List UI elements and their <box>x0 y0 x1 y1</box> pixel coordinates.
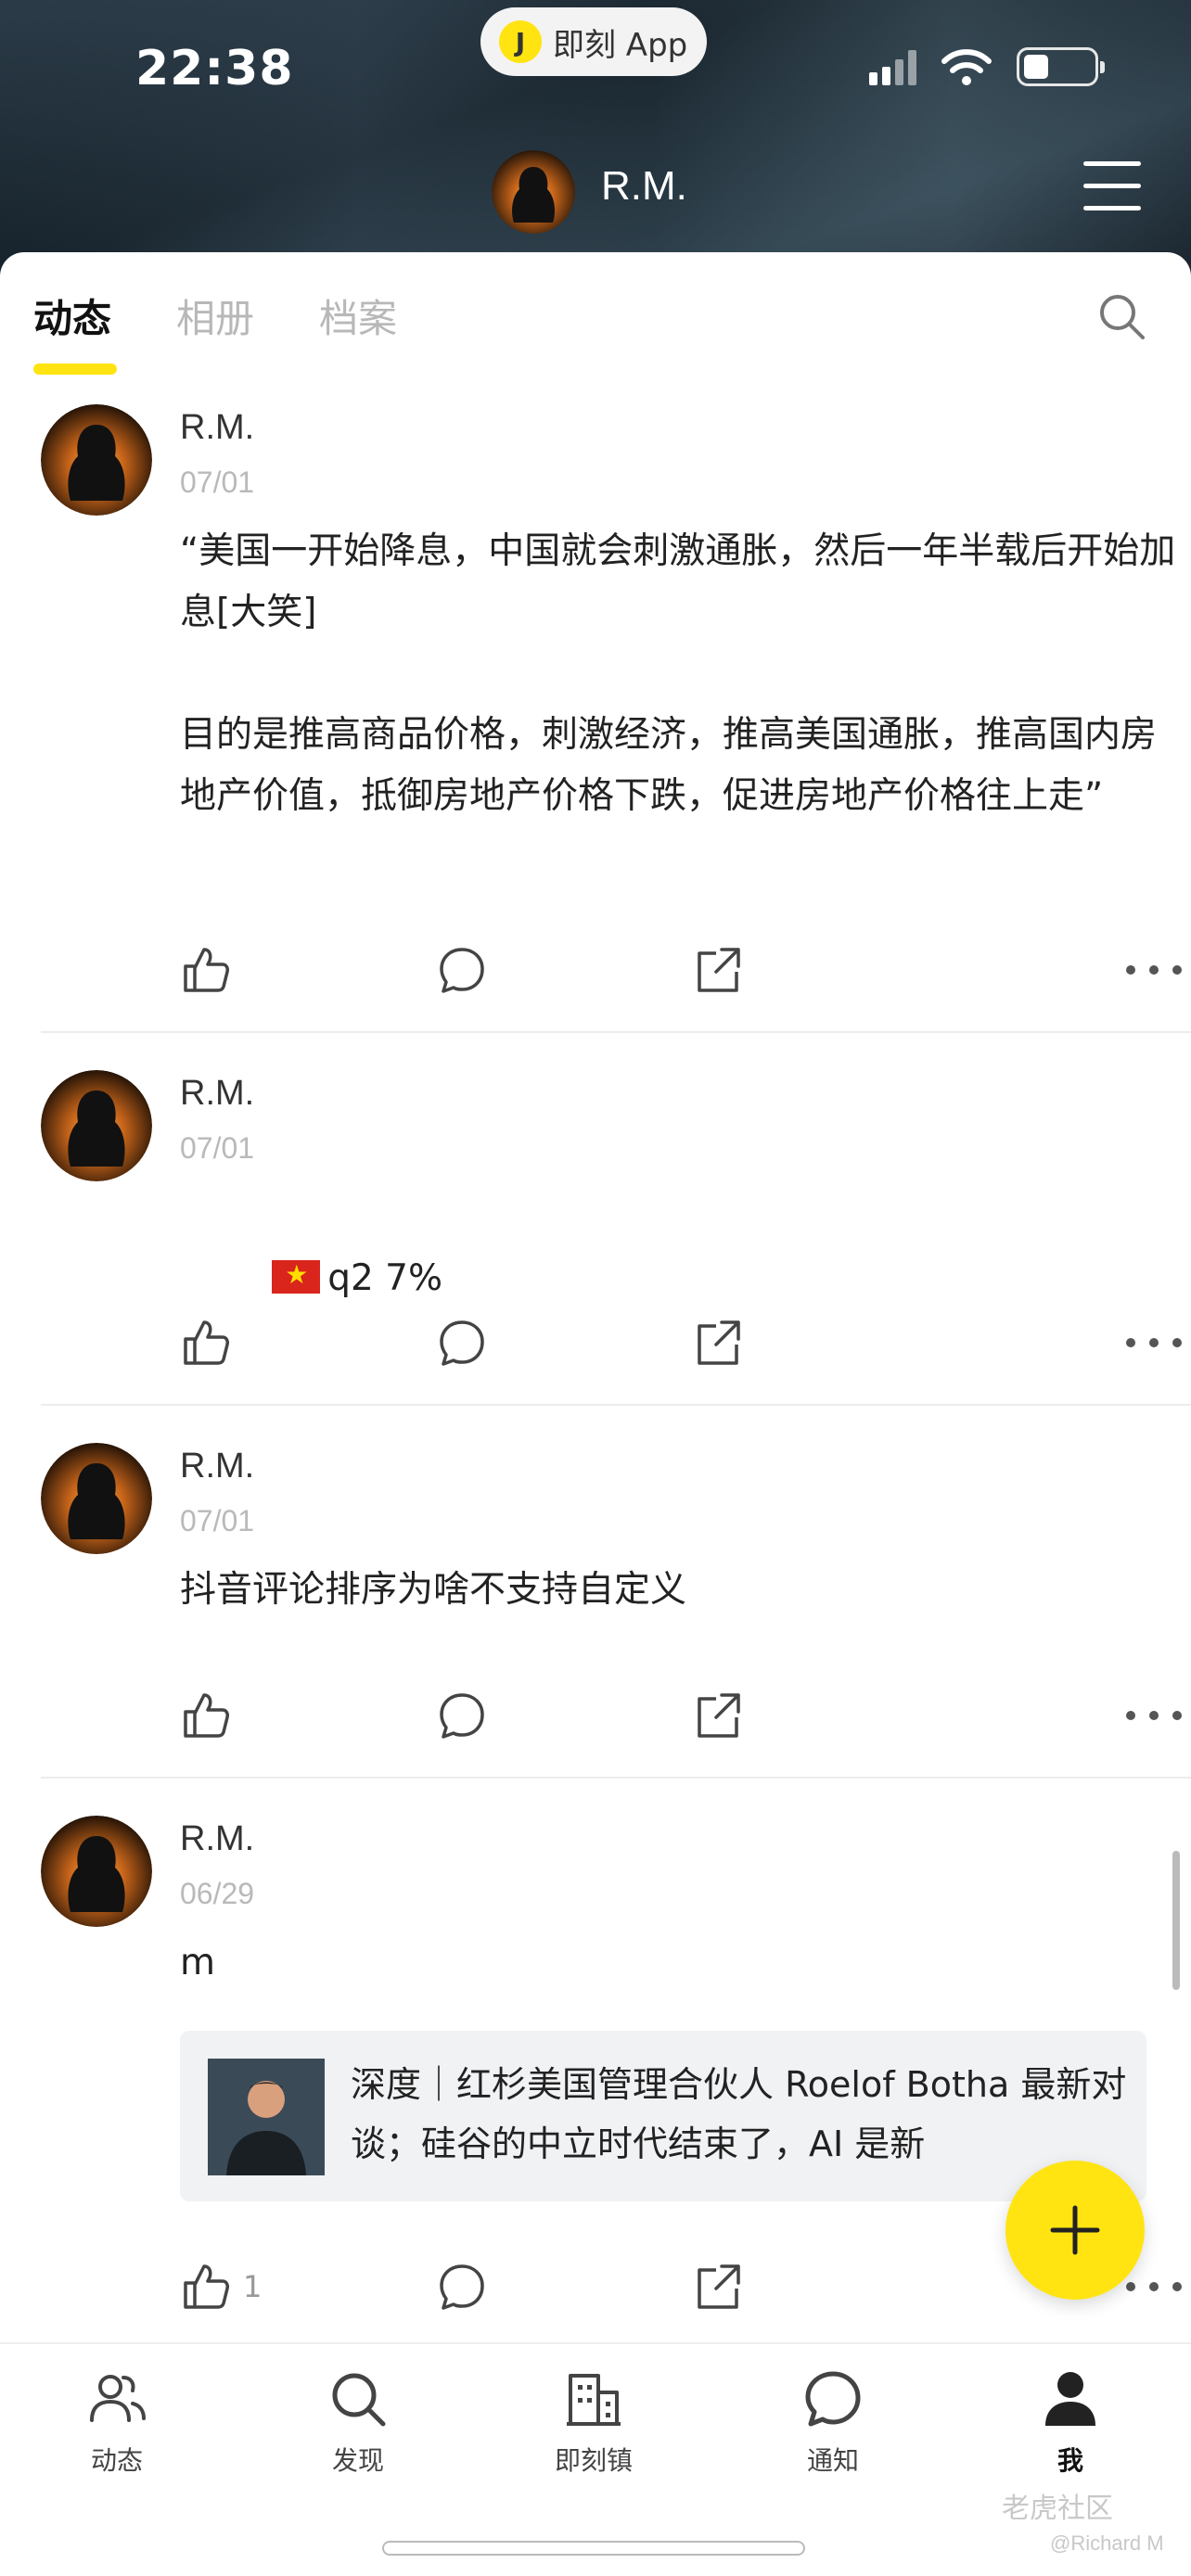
building-icon <box>567 2374 621 2426</box>
comment-button[interactable] <box>436 1688 488 1743</box>
post-text: m <box>180 1942 215 1983</box>
chat-bubble-icon <box>805 2371 861 2427</box>
nav-me[interactable]: 我 <box>996 2368 1145 2478</box>
like-button[interactable] <box>180 1315 232 1371</box>
post-author[interactable]: R.M. <box>180 408 254 448</box>
post-text: q2 7% <box>327 1257 443 1299</box>
thumbs-up-icon <box>184 2264 229 2309</box>
share-icon <box>698 1693 740 1738</box>
tab-album[interactable]: 相册 <box>176 287 254 344</box>
post-actions <box>180 1688 1182 1743</box>
active-tab-indicator <box>33 363 117 375</box>
post-actions <box>180 942 1182 998</box>
like-button[interactable]: 1 <box>180 2259 262 2315</box>
comment-bubble-icon <box>440 1693 484 1739</box>
comment-button[interactable] <box>436 2259 488 2315</box>
person-icon <box>1045 2372 1095 2426</box>
more-options-icon[interactable] <box>1126 1315 1182 1371</box>
profile-name: R.M. <box>601 163 687 209</box>
status-indicators <box>869 46 1105 87</box>
like-count: 1 <box>243 2269 263 2304</box>
more-options-icon[interactable] <box>1126 2259 1182 2315</box>
search-icon <box>332 2373 386 2427</box>
app-pill-label: 即刻 App <box>553 26 688 64</box>
like-button[interactable] <box>180 1688 232 1743</box>
nav-town[interactable]: 即刻镇 <box>519 2368 668 2478</box>
post-date: 07/01 <box>180 1131 255 1165</box>
profile-avatar[interactable] <box>492 150 575 234</box>
shared-article-card[interactable]: 深度｜红杉美国管理合伙人 Roelof Botha 最新对谈；硅谷的中立时代结束… <box>180 2031 1146 2201</box>
wifi-icon <box>941 49 992 85</box>
share-button[interactable] <box>692 2259 744 2315</box>
new-post-button[interactable] <box>1005 2161 1145 2300</box>
watermark-handle: @Richard M <box>1050 2531 1164 2555</box>
post-text: 抖音评论排序为啥不支持自定义 <box>180 1569 687 1611</box>
post-author[interactable]: R.M. <box>180 1074 254 1114</box>
author-avatar[interactable] <box>41 1443 152 1554</box>
share-icon <box>698 1320 740 1365</box>
article-thumbnail <box>208 2059 325 2175</box>
share-icon <box>698 948 740 992</box>
article-title: 深度｜红杉美国管理合伙人 Roelof Botha 最新对谈；硅谷的中立时代结束… <box>351 2064 1127 2164</box>
back-to-app-pill[interactable]: J 即刻 App <box>480 7 707 76</box>
comment-bubble-icon <box>440 1320 484 1366</box>
nav-label: 动态 <box>90 2445 143 2476</box>
thumbs-up-icon <box>184 1693 229 1738</box>
post-text: “美国一开始降息，中国就会刺激通胀，然后一年半载后开始加息[大笑] 目的是推高商… <box>180 530 1176 817</box>
status-time: 22:38 <box>135 41 294 96</box>
post-actions <box>180 1315 1182 1371</box>
more-options-icon[interactable] <box>1126 1688 1182 1743</box>
more-options-icon[interactable] <box>1126 942 1182 998</box>
share-icon <box>698 2264 740 2309</box>
nav-notifications[interactable]: 通知 <box>759 2368 907 2478</box>
battery-icon <box>1017 47 1105 86</box>
comment-button[interactable] <box>436 1315 488 1371</box>
cellular-signal-icon <box>869 48 916 85</box>
home-indicator[interactable] <box>382 2541 805 2556</box>
post-item: R.M. 07/01 抖音评论排序为啥不支持自定义 <box>41 1406 1191 1779</box>
nav-label: 通知 <box>806 2445 859 2476</box>
nav-label: 即刻镇 <box>554 2445 633 2476</box>
post-feed: R.M. 07/01 “美国一开始降息，中国就会刺激通胀，然后一年半载后开始加息… <box>0 389 1191 2353</box>
thumbs-up-icon <box>184 948 229 992</box>
author-avatar[interactable] <box>41 1816 152 1927</box>
tab-posts[interactable]: 动态 <box>33 287 111 344</box>
share-button[interactable] <box>692 942 744 998</box>
nav-label: 发现 <box>331 2445 384 2476</box>
users-icon <box>90 2375 146 2422</box>
search-icon[interactable] <box>1096 291 1146 341</box>
vietnam-flag-icon <box>272 1258 321 1294</box>
share-button[interactable] <box>692 1315 744 1371</box>
author-avatar[interactable] <box>41 1070 152 1181</box>
tab-profile-info[interactable]: 档案 <box>319 287 397 344</box>
scrollbar[interactable] <box>1172 1851 1180 1990</box>
share-button[interactable] <box>692 1688 744 1743</box>
jike-logo-icon: J <box>499 20 542 63</box>
comment-bubble-icon <box>440 2264 484 2310</box>
post-author[interactable]: R.M. <box>180 1819 254 1859</box>
post-author[interactable]: R.M. <box>180 1447 254 1486</box>
nav-label: 我 <box>1057 2445 1083 2476</box>
comment-bubble-icon <box>440 948 484 993</box>
post-item: R.M. 07/01 q2 7% <box>41 1033 1191 1406</box>
profile-tabs: 动态 相册 档案 <box>33 287 397 344</box>
post-date: 06/29 <box>180 1877 255 1910</box>
author-avatar[interactable] <box>41 404 152 516</box>
menu-icon[interactable] <box>1083 161 1141 215</box>
post-date: 07/01 <box>180 1504 255 1537</box>
nav-discover[interactable]: 发现 <box>284 2368 432 2478</box>
comment-button[interactable] <box>436 942 488 998</box>
thumbs-up-icon <box>184 1320 229 1365</box>
watermark: 老虎社区 <box>1002 2493 1113 2525</box>
nav-feed[interactable]: 动态 <box>43 2368 191 2478</box>
post-date: 07/01 <box>180 465 255 499</box>
post-item: R.M. 07/01 “美国一开始降息，中国就会刺激通胀，然后一年半载后开始加息… <box>41 389 1191 1033</box>
plus-icon <box>1050 2205 1100 2255</box>
like-button[interactable] <box>180 942 232 998</box>
